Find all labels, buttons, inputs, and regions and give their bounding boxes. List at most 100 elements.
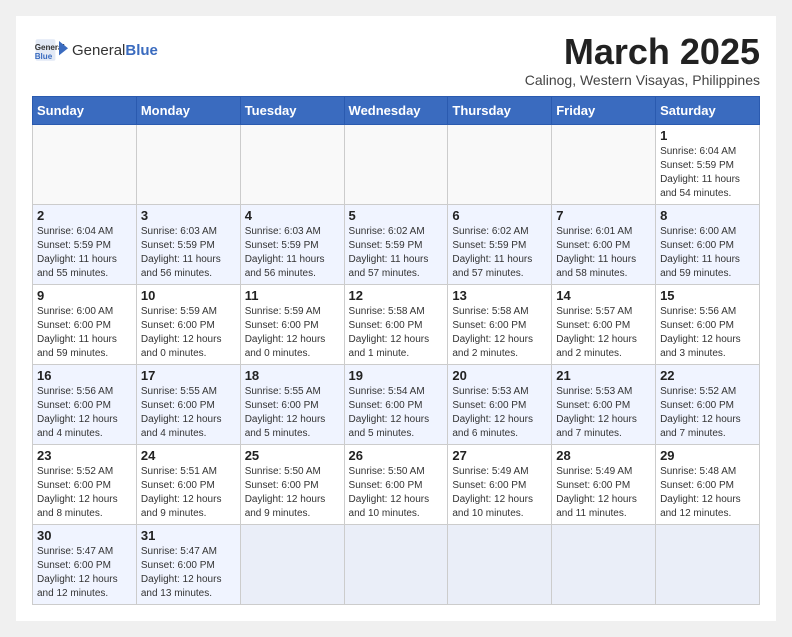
day-number: 5 bbox=[349, 208, 444, 223]
day-number: 10 bbox=[141, 288, 236, 303]
table-row: 7 Sunrise: 6:01 AM Sunset: 6:00 PM Daylig… bbox=[552, 204, 656, 284]
table-row: 20 Sunrise: 5:53 AM Sunset: 6:00 PM Dayli… bbox=[448, 364, 552, 444]
header-saturday: Saturday bbox=[656, 96, 760, 124]
day-number: 21 bbox=[556, 368, 651, 383]
day-info: Sunrise: 6:00 AM Sunset: 6:00 PM Dayligh… bbox=[660, 225, 755, 281]
calendar-row: 16 Sunrise: 5:56 AM Sunset: 6:00 PM Dayli… bbox=[33, 364, 760, 444]
day-number: 17 bbox=[141, 368, 236, 383]
table-row bbox=[552, 124, 656, 204]
header-tuesday: Tuesday bbox=[240, 96, 344, 124]
day-info: Sunrise: 6:03 AM Sunset: 5:59 PM Dayligh… bbox=[245, 225, 340, 281]
day-info: Sunrise: 5:56 AM Sunset: 6:00 PM Dayligh… bbox=[37, 385, 132, 441]
table-row bbox=[552, 524, 656, 604]
calendar-page: General Blue GeneralBlue March 2025 Cali… bbox=[16, 16, 776, 621]
day-info: Sunrise: 5:49 AM Sunset: 6:00 PM Dayligh… bbox=[452, 465, 547, 521]
day-number: 16 bbox=[37, 368, 132, 383]
day-info: Sunrise: 5:47 AM Sunset: 6:00 PM Dayligh… bbox=[37, 545, 132, 601]
logo: General Blue GeneralBlue bbox=[32, 32, 158, 68]
header-sunday: Sunday bbox=[33, 96, 137, 124]
day-info: Sunrise: 6:01 AM Sunset: 6:00 PM Dayligh… bbox=[556, 225, 651, 281]
header-friday: Friday bbox=[552, 96, 656, 124]
day-number: 6 bbox=[452, 208, 547, 223]
day-info: Sunrise: 5:53 AM Sunset: 6:00 PM Dayligh… bbox=[452, 385, 547, 441]
day-number: 15 bbox=[660, 288, 755, 303]
table-row bbox=[448, 524, 552, 604]
day-info: Sunrise: 5:47 AM Sunset: 6:00 PM Dayligh… bbox=[141, 545, 236, 601]
logo-wordmark: GeneralBlue bbox=[72, 42, 158, 59]
table-row bbox=[240, 124, 344, 204]
day-info: Sunrise: 5:55 AM Sunset: 6:00 PM Dayligh… bbox=[245, 385, 340, 441]
day-info: Sunrise: 5:58 AM Sunset: 6:00 PM Dayligh… bbox=[349, 305, 444, 361]
day-info: Sunrise: 5:57 AM Sunset: 6:00 PM Dayligh… bbox=[556, 305, 651, 361]
day-number: 18 bbox=[245, 368, 340, 383]
day-info: Sunrise: 5:53 AM Sunset: 6:00 PM Dayligh… bbox=[556, 385, 651, 441]
table-row: 12 Sunrise: 5:58 AM Sunset: 6:00 PM Dayli… bbox=[344, 284, 448, 364]
table-row bbox=[240, 524, 344, 604]
day-info: Sunrise: 5:59 AM Sunset: 6:00 PM Dayligh… bbox=[245, 305, 340, 361]
day-number: 14 bbox=[556, 288, 651, 303]
day-number: 12 bbox=[349, 288, 444, 303]
table-row: 3 Sunrise: 6:03 AM Sunset: 5:59 PM Daylig… bbox=[136, 204, 240, 284]
header-thursday: Thursday bbox=[448, 96, 552, 124]
day-number: 26 bbox=[349, 448, 444, 463]
day-info: Sunrise: 5:49 AM Sunset: 6:00 PM Dayligh… bbox=[556, 465, 651, 521]
day-number: 1 bbox=[660, 128, 755, 143]
day-info: Sunrise: 5:51 AM Sunset: 6:00 PM Dayligh… bbox=[141, 465, 236, 521]
month-title: March 2025 bbox=[525, 32, 760, 72]
table-row: 16 Sunrise: 5:56 AM Sunset: 6:00 PM Dayli… bbox=[33, 364, 137, 444]
day-info: Sunrise: 5:52 AM Sunset: 6:00 PM Dayligh… bbox=[37, 465, 132, 521]
calendar-table: Sunday Monday Tuesday Wednesday Thursday… bbox=[32, 96, 760, 605]
day-number: 22 bbox=[660, 368, 755, 383]
calendar-row: 23 Sunrise: 5:52 AM Sunset: 6:00 PM Dayli… bbox=[33, 444, 760, 524]
table-row: 14 Sunrise: 5:57 AM Sunset: 6:00 PM Dayli… bbox=[552, 284, 656, 364]
table-row bbox=[33, 124, 137, 204]
day-number: 28 bbox=[556, 448, 651, 463]
day-number: 7 bbox=[556, 208, 651, 223]
table-row: 5 Sunrise: 6:02 AM Sunset: 5:59 PM Daylig… bbox=[344, 204, 448, 284]
table-row: 8 Sunrise: 6:00 AM Sunset: 6:00 PM Daylig… bbox=[656, 204, 760, 284]
table-row bbox=[344, 124, 448, 204]
day-number: 25 bbox=[245, 448, 340, 463]
table-row: 22 Sunrise: 5:52 AM Sunset: 6:00 PM Dayli… bbox=[656, 364, 760, 444]
day-number: 23 bbox=[37, 448, 132, 463]
table-row: 30 Sunrise: 5:47 AM Sunset: 6:00 PM Dayli… bbox=[33, 524, 137, 604]
day-number: 20 bbox=[452, 368, 547, 383]
day-number: 8 bbox=[660, 208, 755, 223]
header: General Blue GeneralBlue March 2025 Cali… bbox=[32, 32, 760, 88]
table-row bbox=[656, 524, 760, 604]
table-row bbox=[448, 124, 552, 204]
table-row: 19Sunrise: 5:54 AM Sunset: 6:00 PM Dayli… bbox=[344, 364, 448, 444]
table-row bbox=[344, 524, 448, 604]
table-row: 18 Sunrise: 5:55 AM Sunset: 6:00 PM Dayli… bbox=[240, 364, 344, 444]
day-info: Sunrise: 6:03 AM Sunset: 5:59 PM Dayligh… bbox=[141, 225, 236, 281]
day-info: Sunrise: 5:59 AM Sunset: 6:00 PM Dayligh… bbox=[141, 305, 236, 361]
table-row: 26Sunrise: 5:50 AM Sunset: 6:00 PM Dayli… bbox=[344, 444, 448, 524]
day-info: Sunrise: 6:02 AM Sunset: 5:59 PM Dayligh… bbox=[452, 225, 547, 281]
day-number: 30 bbox=[37, 528, 132, 543]
day-number: 31 bbox=[141, 528, 236, 543]
day-number: 2 bbox=[37, 208, 132, 223]
day-info: Sunrise: 5:50 AM Sunset: 6:00 PM Dayligh… bbox=[245, 465, 340, 521]
table-row: 15Sunrise: 5:56 AM Sunset: 6:00 PM Dayli… bbox=[656, 284, 760, 364]
day-info: Sunrise: 6:04 AM Sunset: 5:59 PM Dayligh… bbox=[37, 225, 132, 281]
day-number: 13 bbox=[452, 288, 547, 303]
day-info: Sunrise: 5:58 AM Sunset: 6:00 PM Dayligh… bbox=[452, 305, 547, 361]
table-row: 25 Sunrise: 5:50 AM Sunset: 6:00 PM Dayli… bbox=[240, 444, 344, 524]
location-subtitle: Calinog, Western Visayas, Philippines bbox=[525, 72, 760, 88]
header-monday: Monday bbox=[136, 96, 240, 124]
day-number: 4 bbox=[245, 208, 340, 223]
day-info: Sunrise: 6:00 AM Sunset: 6:00 PM Dayligh… bbox=[37, 305, 132, 361]
calendar-row: 30 Sunrise: 5:47 AM Sunset: 6:00 PM Dayli… bbox=[33, 524, 760, 604]
table-row: 29Sunrise: 5:48 AM Sunset: 6:00 PM Dayli… bbox=[656, 444, 760, 524]
calendar-row: 2 Sunrise: 6:04 AM Sunset: 5:59 PM Daylig… bbox=[33, 204, 760, 284]
day-info: Sunrise: 6:02 AM Sunset: 5:59 PM Dayligh… bbox=[349, 225, 444, 281]
day-number: 19 bbox=[349, 368, 444, 383]
day-info: Sunrise: 5:52 AM Sunset: 6:00 PM Dayligh… bbox=[660, 385, 755, 441]
day-number: 3 bbox=[141, 208, 236, 223]
day-info: Sunrise: 6:04 AM Sunset: 5:59 PM Dayligh… bbox=[660, 145, 755, 201]
table-row: 21 Sunrise: 5:53 AM Sunset: 6:00 PM Dayli… bbox=[552, 364, 656, 444]
table-row: 4 Sunrise: 6:03 AM Sunset: 5:59 PM Daylig… bbox=[240, 204, 344, 284]
table-row: 27Sunrise: 5:49 AM Sunset: 6:00 PM Dayli… bbox=[448, 444, 552, 524]
table-row: 6 Sunrise: 6:02 AM Sunset: 5:59 PM Daylig… bbox=[448, 204, 552, 284]
day-number: 9 bbox=[37, 288, 132, 303]
